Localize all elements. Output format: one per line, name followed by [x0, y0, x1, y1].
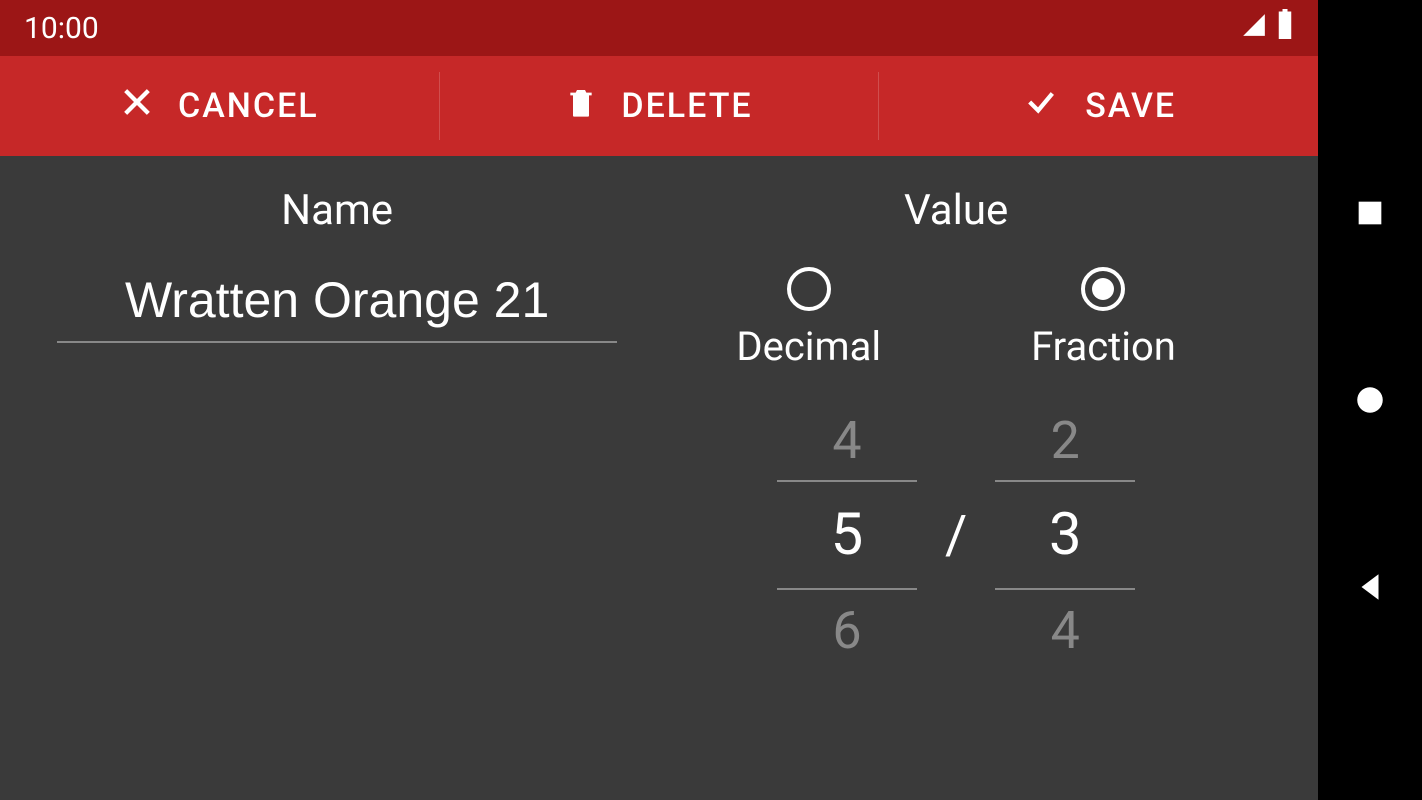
- value-column: Value Decimal Fraction 4: [634, 186, 1278, 800]
- battery-icon: [1276, 9, 1294, 47]
- numerator-next: 6: [832, 590, 861, 670]
- numerator-current: 5: [777, 480, 917, 590]
- android-nav-bar: [1318, 0, 1422, 800]
- name-label: Name: [281, 186, 393, 235]
- denominator-picker[interactable]: 2 3 4: [995, 400, 1135, 670]
- status-bar: 10:00: [0, 0, 1318, 56]
- delete-button[interactable]: DELETE: [440, 56, 879, 156]
- close-icon: [120, 85, 154, 128]
- denominator-current: 3: [995, 480, 1135, 590]
- overview-button[interactable]: [1353, 196, 1387, 230]
- status-time: 10:00: [24, 11, 99, 46]
- numerator-prev: 4: [832, 400, 861, 480]
- numerator-picker[interactable]: 4 5 6: [777, 400, 917, 670]
- cancel-button[interactable]: CANCEL: [0, 56, 439, 156]
- name-column: Name: [40, 186, 634, 800]
- value-label: Value: [904, 186, 1008, 235]
- radio-decimal[interactable]: Decimal: [736, 267, 881, 370]
- denominator-prev: 2: [1051, 400, 1080, 480]
- delete-label: DELETE: [621, 86, 752, 126]
- radio-dot-icon: [1092, 278, 1114, 300]
- fraction-slash: /: [945, 504, 967, 567]
- back-button[interactable]: [1353, 570, 1387, 604]
- signal-icon: [1240, 11, 1268, 46]
- radio-fraction-label: Fraction: [1031, 323, 1176, 370]
- name-input[interactable]: [57, 263, 617, 343]
- radio-circle-selected-icon: [1081, 267, 1125, 311]
- trash-icon: [565, 83, 597, 130]
- cancel-label: CANCEL: [178, 86, 319, 126]
- radio-fraction[interactable]: Fraction: [1031, 267, 1176, 370]
- radio-group: Decimal Fraction: [736, 267, 1175, 370]
- save-label: SAVE: [1085, 86, 1176, 126]
- radio-circle-icon: [787, 267, 831, 311]
- check-icon: [1021, 85, 1061, 128]
- fraction-picker: 4 5 6 / 2 3 4: [777, 400, 1135, 670]
- denominator-next: 4: [1051, 590, 1080, 670]
- screen: 10:00 CANCEL DE: [0, 0, 1318, 800]
- content: Name Value Decimal Fraction: [0, 156, 1318, 800]
- action-bar: CANCEL DELETE SAVE: [0, 56, 1318, 156]
- radio-decimal-label: Decimal: [736, 323, 881, 370]
- device-frame: 10:00 CANCEL DE: [0, 0, 1422, 800]
- status-icons: [1240, 9, 1294, 47]
- home-button[interactable]: [1353, 383, 1387, 417]
- save-button[interactable]: SAVE: [879, 56, 1318, 156]
